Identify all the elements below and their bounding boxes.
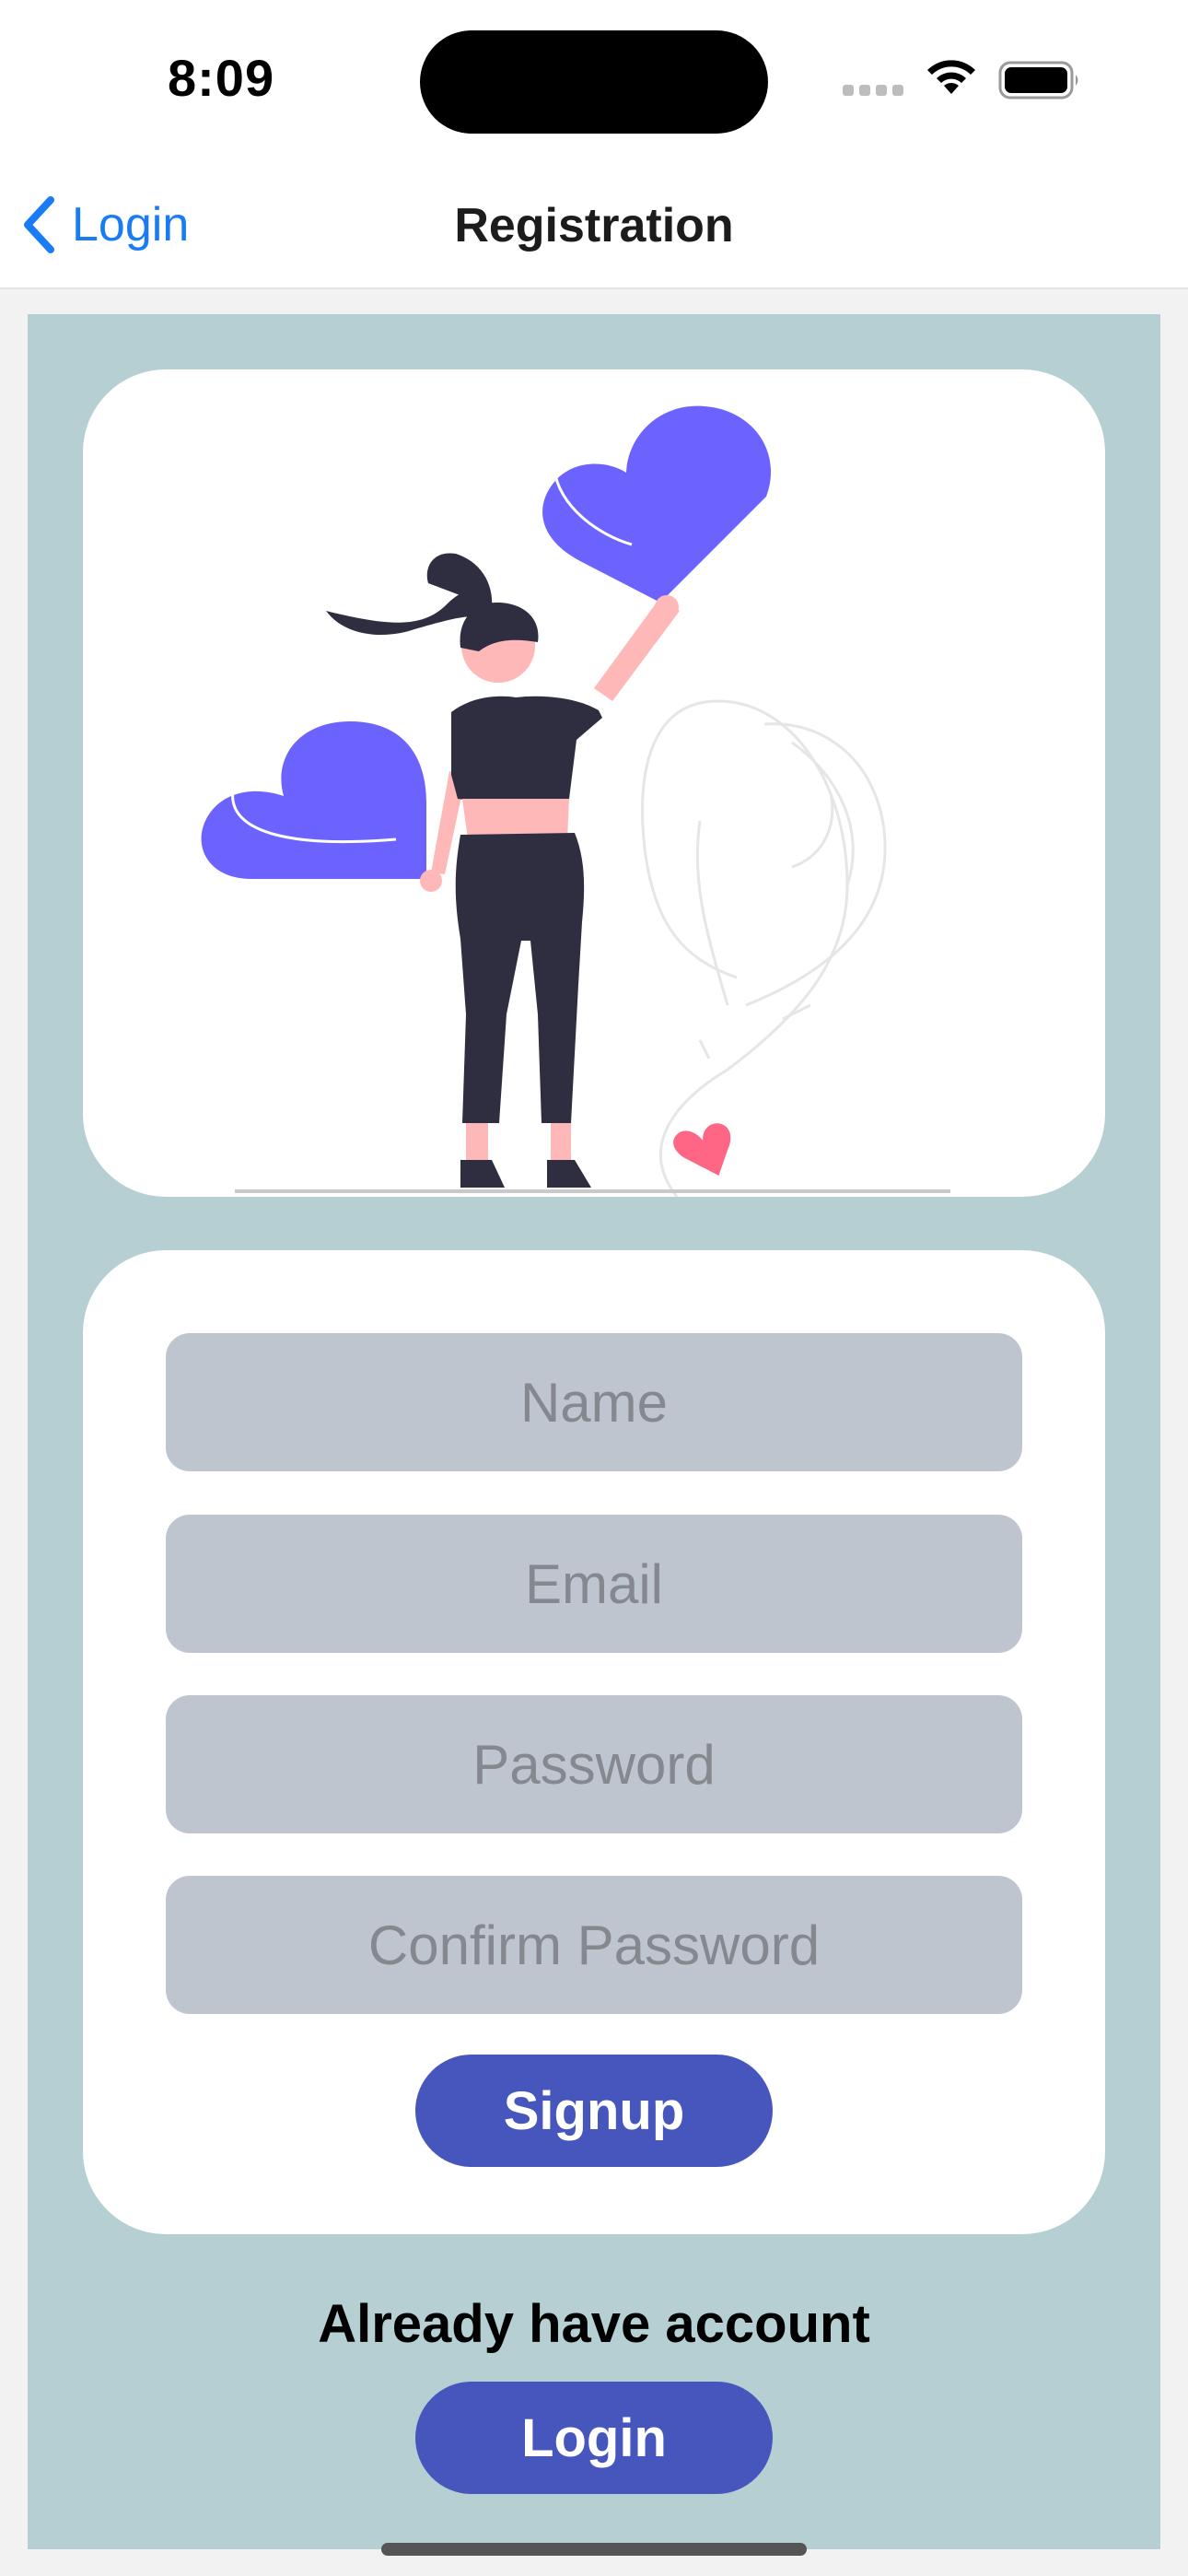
home-indicator[interactable] [381, 2543, 807, 2556]
confirm-password-field[interactable] [166, 1876, 1022, 2014]
email-field[interactable] [166, 1515, 1022, 1653]
woman-holding-hearts-illustration [201, 405, 950, 1197]
content-panel: Signup Already have account Login [28, 314, 1160, 2549]
battery-icon [998, 61, 1078, 100]
navigation-bar: Login Registration [0, 161, 1188, 289]
cellular-signal-icon [843, 85, 905, 98]
password-field[interactable] [166, 1695, 1022, 1833]
signup-button[interactable]: Signup [415, 2055, 773, 2167]
login-button[interactable]: Login [415, 2382, 773, 2494]
page-title: Registration [454, 199, 734, 252]
registration-form-card: Signup [83, 1250, 1105, 2234]
name-field[interactable] [166, 1333, 1022, 1471]
illustration-card [83, 369, 1105, 1197]
registration-screen: 8:09 Login Registration Name Email Signu… [0, 0, 1188, 2576]
status-bar: 8:09 [0, 0, 1188, 161]
already-have-account-text: Already have account [318, 2294, 870, 2354]
dynamic-island [420, 30, 768, 134]
wifi-icon [927, 60, 975, 94]
status-time: 8:09 [168, 49, 275, 107]
